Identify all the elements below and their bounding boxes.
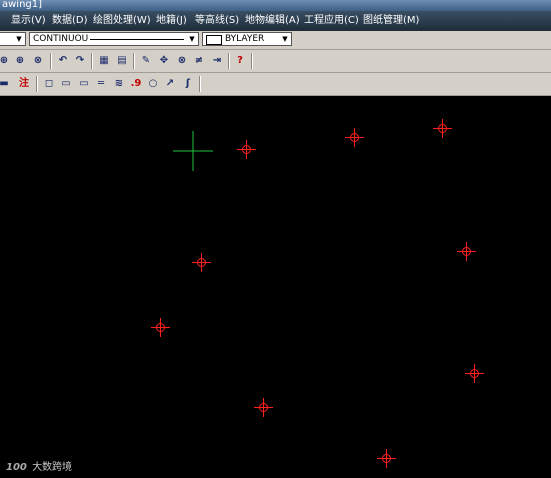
fence-icon[interactable]: ≋: [111, 76, 127, 91]
linetype-select[interactable]: CONTINUOU ▼: [29, 32, 199, 46]
point-symbol-icon: [254, 398, 273, 417]
menu-data[interactable]: 数据(D): [52, 14, 88, 28]
toolbar-separator: [199, 76, 201, 92]
menu-engineering[interactable]: 工程应用(C): [304, 14, 359, 28]
menu-drawing[interactable]: 绘图处理(W): [93, 14, 151, 28]
chevron-down-icon[interactable]: ▼: [187, 34, 197, 44]
toolbar-separator: [91, 53, 93, 69]
title-bar: awing1]: [0, 0, 551, 11]
circle-icon[interactable]: ○: [145, 76, 161, 91]
window-title: awing1]: [2, 0, 43, 10]
watermark-logo: 100: [6, 462, 27, 473]
trim-icon[interactable]: ≠: [191, 53, 207, 68]
rectangle-icon[interactable]: ◻: [41, 76, 57, 91]
rectangle-filled-icon[interactable]: ▭: [58, 76, 74, 91]
watermark: 100 大数跨境: [6, 458, 72, 473]
menu-feature-edit[interactable]: 地物编辑(A): [245, 14, 300, 28]
point-symbol-icon: [377, 449, 396, 468]
undo-icon[interactable]: ↶: [55, 53, 71, 68]
standard-toolbar: ⊕ ⊕ ⊗ ↶ ↷ ▦ ▤ ✎ ✥ ⊗ ≠ ⇥ ?: [0, 50, 551, 73]
toolbar-separator: [133, 53, 135, 69]
color-value: BYLAYER: [225, 34, 265, 44]
menu-sheet-manage[interactable]: 图纸管理(M): [363, 14, 419, 28]
point-symbol-icon: [192, 253, 211, 272]
toolbar-separator: [36, 76, 38, 92]
survey-point-marker[interactable]: [345, 128, 364, 147]
point-symbol-icon: [151, 318, 170, 337]
line-bar-icon[interactable]: ▭: [76, 76, 92, 91]
drawing-toolbar: ▬ 注 ◻ ▭ ▭ ═ ≋ .9 ○ ↗ ʃ: [0, 73, 551, 96]
menu-contour[interactable]: 等高线(S): [195, 14, 239, 28]
layer-select[interactable]: ▼: [0, 32, 26, 46]
survey-point-marker[interactable]: [377, 449, 396, 468]
curve-icon[interactable]: ʃ: [180, 76, 196, 91]
extend-icon[interactable]: ⇥: [209, 53, 225, 68]
survey-point-marker[interactable]: [151, 318, 170, 337]
toolbar-separator: [50, 53, 52, 69]
help-icon[interactable]: ?: [232, 53, 248, 68]
survey-point-marker[interactable]: [254, 398, 273, 417]
arrow-icon[interactable]: ↗: [162, 76, 178, 91]
survey-point-marker[interactable]: [237, 140, 256, 159]
point-symbol-icon: [345, 128, 364, 147]
layer-list-icon[interactable]: ▤: [114, 53, 130, 68]
pencil-icon[interactable]: ✎: [138, 53, 154, 68]
point-symbol-icon: [433, 119, 452, 138]
watermark-text: 大数跨境: [32, 462, 73, 473]
crosshair-cursor-icon: [173, 131, 213, 171]
point-symbol-icon: [465, 364, 484, 383]
point-symbol-icon: [457, 242, 476, 261]
chevron-down-icon[interactable]: ▼: [280, 34, 290, 44]
elevation-point-icon[interactable]: .9: [128, 76, 144, 91]
properties-icon[interactable]: ▦: [96, 53, 112, 68]
chevron-down-icon[interactable]: ▼: [14, 34, 24, 44]
drawing-canvas[interactable]: 100 大数跨境: [0, 96, 551, 478]
survey-point-marker[interactable]: [465, 364, 484, 383]
toolbar-separator: [228, 53, 230, 69]
copy-icon[interactable]: ⊗: [174, 53, 190, 68]
linetype-value: CONTINUOU: [33, 34, 89, 44]
zoom-window-icon[interactable]: ⊕: [0, 53, 12, 68]
point-symbol-icon: [237, 140, 256, 159]
survey-point-marker[interactable]: [457, 242, 476, 261]
menu-view[interactable]: 显示(V): [11, 14, 46, 28]
redo-icon[interactable]: ↷: [72, 53, 88, 68]
move-icon[interactable]: ✥: [156, 53, 172, 68]
color-swatch: [206, 35, 222, 45]
zoom-extents-icon[interactable]: ⊕: [12, 53, 28, 68]
double-line-icon[interactable]: ═: [93, 76, 109, 91]
linetype-preview: [90, 39, 184, 40]
menu-cadastre[interactable]: 地籍(J): [156, 14, 187, 28]
properties-bar: ▼ CONTINUOU ▼ BYLAYER ▼: [0, 31, 551, 50]
color-select[interactable]: BYLAYER ▼: [202, 32, 292, 46]
menu-bar: 显示(V) 数据(D) 绘图处理(W) 地籍(J) 等高线(S) 地物编辑(A)…: [0, 11, 551, 31]
survey-point-marker[interactable]: [192, 253, 211, 272]
ruler-icon[interactable]: ▬: [0, 76, 12, 91]
toolbar-separator: [251, 53, 253, 69]
annotate-icon[interactable]: 注: [16, 76, 32, 91]
survey-point-marker[interactable]: [433, 119, 452, 138]
zoom-previous-icon[interactable]: ⊗: [30, 53, 46, 68]
